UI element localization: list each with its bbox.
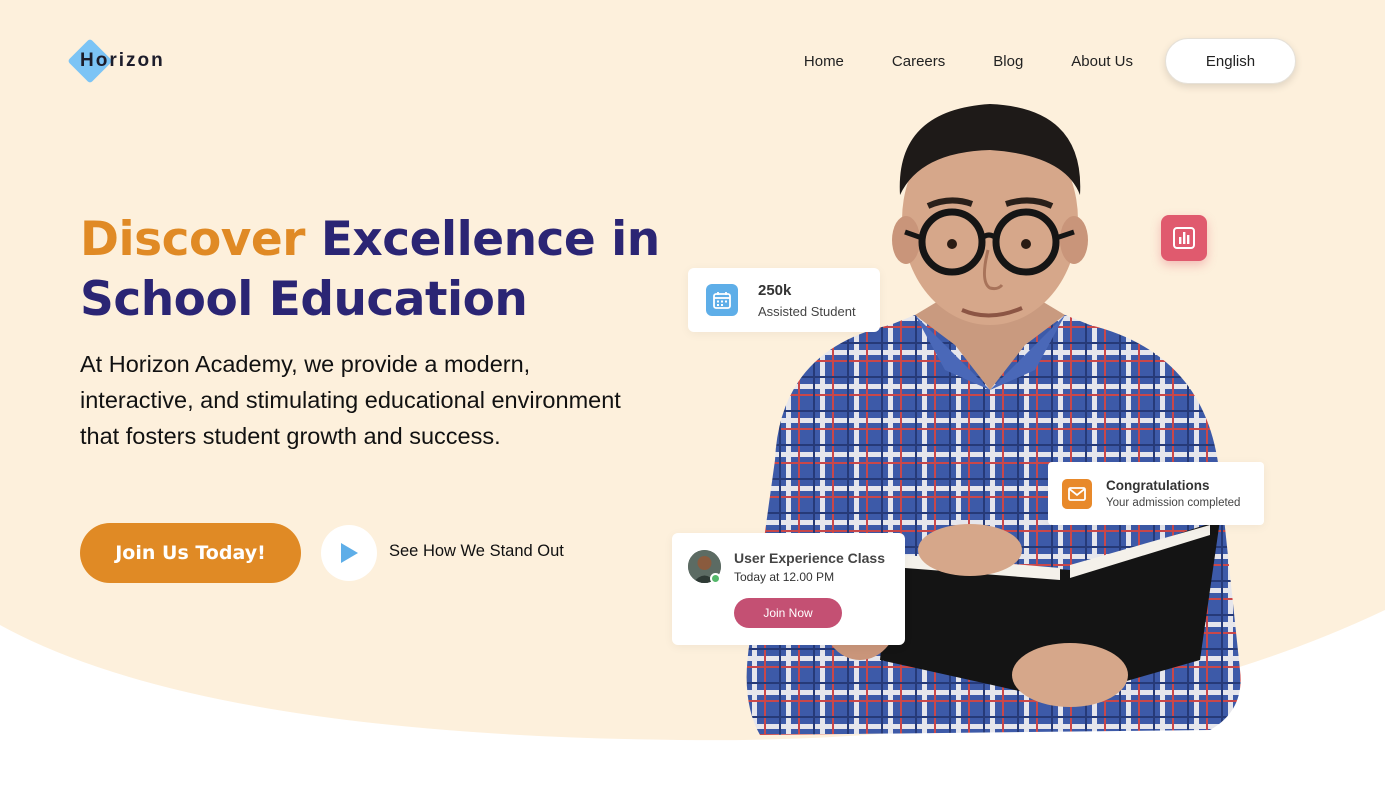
hero-description: At Horizon Academy, we provide a modern,… [80,351,621,449]
headline-accent: Discover [80,212,305,267]
nav-item-home[interactable]: Home [804,53,844,70]
join-us-button[interactable]: Join Us Today! [80,523,301,583]
brand-name: Horizon [80,50,165,71]
brand-logo[interactable]: Horizon [67,38,163,84]
play-video-button[interactable] [321,525,377,581]
see-how-link[interactable]: See How We Stand Out [389,542,564,561]
language-button[interactable]: English [1165,38,1296,84]
stat-label: Assisted Student [758,304,856,319]
mail-icon [1062,479,1092,509]
assisted-student-card: 250k Assisted Student [688,268,880,332]
hero-headline: Discover Excellence in School Education [80,210,680,330]
calendar-icon [706,284,738,316]
class-time: Today at 12.00 PM [734,570,835,584]
play-icon [341,543,358,563]
nav-item-careers[interactable]: Careers [892,53,945,70]
admission-notification-card: Congratulations Your admission completed [1048,462,1264,525]
nav-item-blog[interactable]: Blog [993,53,1023,70]
notification-subtitle: Your admission completed [1106,497,1241,509]
class-title: User Experience Class [734,550,885,566]
online-status-indicator [710,573,721,584]
stat-value: 250k [758,282,792,299]
nav-item-about-us[interactable]: About Us [1071,53,1133,70]
join-now-button[interactable]: Join Now [734,598,842,628]
bar-chart-icon [1161,215,1207,261]
notification-title: Congratulations [1106,478,1210,493]
class-schedule-card: User Experience Class Today at 12.00 PM … [672,533,905,645]
main-nav: Home Careers Blog About Us English [804,38,1296,84]
